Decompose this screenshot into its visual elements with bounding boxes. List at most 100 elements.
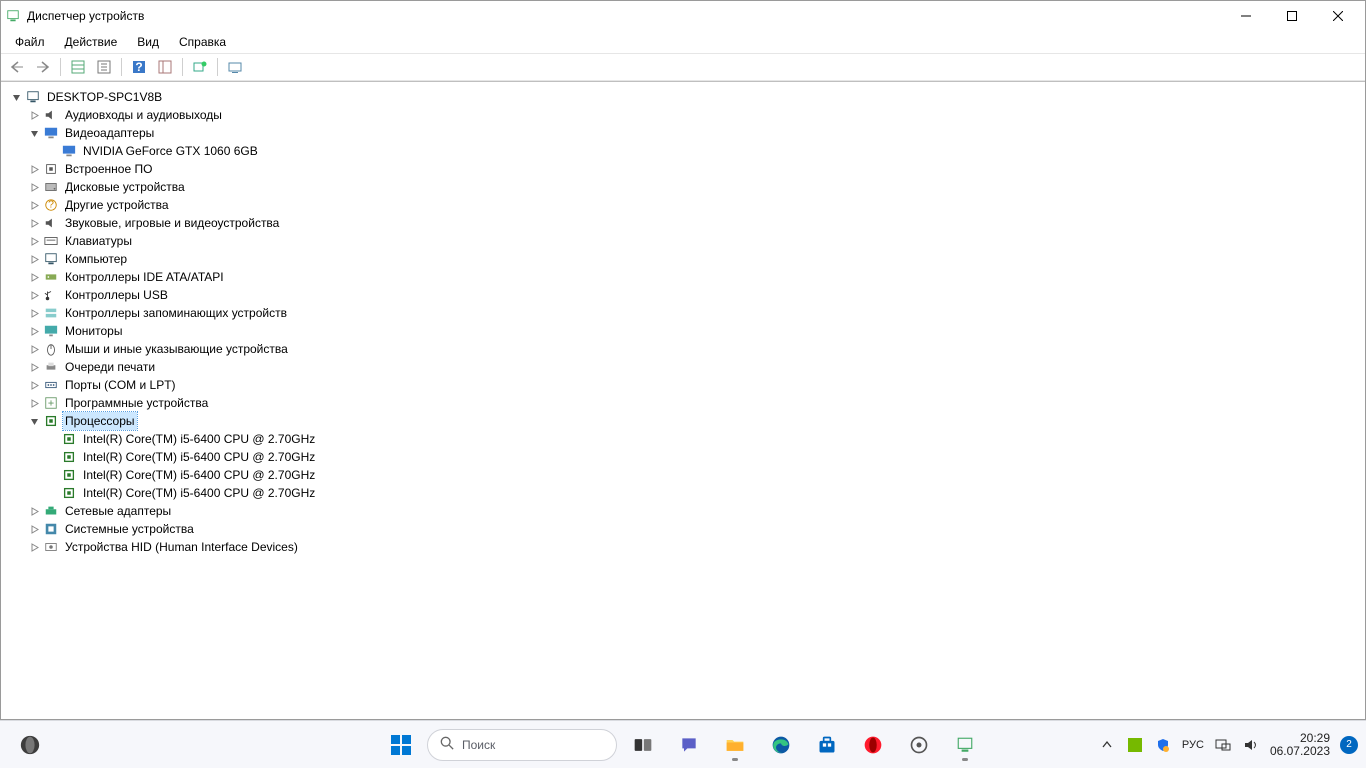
expand-toggle[interactable] [27, 360, 41, 374]
expand-toggle[interactable] [27, 522, 41, 536]
tree-node-label: Контроллеры запоминающих устройств [63, 304, 289, 322]
tree-node-label: Мыши и иные указывающие устройства [63, 340, 290, 358]
tree-category-node[interactable]: Клавиатуры [9, 232, 1357, 250]
expand-toggle[interactable] [27, 126, 41, 140]
network-icon [43, 503, 59, 519]
tree-device-node[interactable]: Intel(R) Core(TM) i5-6400 CPU @ 2.70GHz [9, 484, 1357, 502]
taskbar-device-manager[interactable] [945, 725, 985, 765]
tree-category-node[interactable]: Дисковые устройства [9, 178, 1357, 196]
tree-device-node[interactable]: NVIDIA GeForce GTX 1060 6GB [9, 142, 1357, 160]
taskbar-store[interactable] [807, 725, 847, 765]
tree-root-node[interactable]: DESKTOP-SPC1V8B [9, 88, 1357, 106]
taskbar-settings[interactable] [899, 725, 939, 765]
taskbar-opera[interactable] [853, 725, 893, 765]
menu-view[interactable]: Вид [129, 33, 167, 51]
expand-toggle[interactable] [27, 288, 41, 302]
computer-icon [25, 89, 41, 105]
tree-device-node[interactable]: Intel(R) Core(TM) i5-6400 CPU @ 2.70GHz [9, 466, 1357, 484]
cpu-icon [61, 467, 77, 483]
taskbar-center: Поиск [381, 725, 985, 765]
tray-language[interactable]: РУС [1182, 739, 1204, 751]
toolbar-scan-button[interactable] [188, 56, 212, 78]
expand-toggle[interactable] [27, 270, 41, 284]
toolbar-details-button[interactable] [153, 56, 177, 78]
expand-toggle[interactable] [27, 540, 41, 554]
tree-category-node[interactable]: Системные устройства [9, 520, 1357, 538]
expand-toggle[interactable] [27, 198, 41, 212]
search-placeholder: Поиск [462, 738, 495, 752]
menu-help[interactable]: Справка [171, 33, 234, 51]
menu-action[interactable]: Действие [57, 33, 126, 51]
audio-icon [43, 107, 59, 123]
tree-device-node[interactable]: Intel(R) Core(TM) i5-6400 CPU @ 2.70GHz [9, 448, 1357, 466]
nav-back-button[interactable] [5, 56, 29, 78]
close-button[interactable] [1315, 1, 1361, 31]
tree-category-node[interactable]: Очереди печати [9, 358, 1357, 376]
expand-toggle[interactable] [9, 90, 23, 104]
tree-category-node[interactable]: Контроллеры IDE ATA/ATAPI [9, 268, 1357, 286]
tray-clock[interactable]: 20:29 06.07.2023 [1270, 732, 1330, 758]
expand-toggle[interactable] [27, 324, 41, 338]
taskbar-explorer[interactable] [715, 725, 755, 765]
tree-category-node[interactable]: Контроллеры USB [9, 286, 1357, 304]
system-icon [43, 521, 59, 537]
expand-toggle[interactable] [27, 396, 41, 410]
toolbar-add-hardware-button[interactable] [223, 56, 247, 78]
minimize-button[interactable] [1223, 1, 1269, 31]
taskbar-task-view[interactable] [623, 725, 663, 765]
tray-notifications-badge[interactable]: 2 [1340, 736, 1358, 754]
toolbar-sep [121, 58, 122, 76]
toolbar-help-button[interactable]: ? [127, 56, 151, 78]
tree-category-node[interactable]: Аудиовходы и аудиовыходы [9, 106, 1357, 124]
display-icon [43, 125, 59, 141]
tree-category-node[interactable]: Компьютер [9, 250, 1357, 268]
expand-toggle[interactable] [27, 306, 41, 320]
mouse-icon [43, 341, 59, 357]
expand-toggle[interactable] [27, 234, 41, 248]
device-tree[interactable]: DESKTOP-SPC1V8BАудиовходы и аудиовыходыВ… [1, 81, 1365, 719]
taskbar-search[interactable]: Поиск [427, 729, 617, 761]
tray-chevron-icon[interactable] [1098, 736, 1116, 754]
tree-category-node[interactable]: Контроллеры запоминающих устройств [9, 304, 1357, 322]
tree-node-label: Intel(R) Core(TM) i5-6400 CPU @ 2.70GHz [81, 430, 317, 448]
tree-category-node[interactable]: Мониторы [9, 322, 1357, 340]
expand-toggle[interactable] [27, 252, 41, 266]
chip-icon [43, 161, 59, 177]
expand-toggle[interactable] [27, 378, 41, 392]
tree-category-node[interactable]: Устройства HID (Human Interface Devices) [9, 538, 1357, 556]
tree-category-node[interactable]: Сетевые адаптеры [9, 502, 1357, 520]
menu-file[interactable]: Файл [7, 33, 53, 51]
expand-toggle[interactable] [27, 180, 41, 194]
expand-toggle[interactable] [27, 504, 41, 518]
toolbar-properties-button[interactable] [92, 56, 116, 78]
expand-toggle[interactable] [27, 162, 41, 176]
tree-category-node[interactable]: Программные устройства [9, 394, 1357, 412]
tray-security-icon[interactable] [1154, 736, 1172, 754]
tree-category-node[interactable]: Мыши и иные указывающие устройства [9, 340, 1357, 358]
tray-volume-icon[interactable] [1242, 736, 1260, 754]
taskbar-chat[interactable] [669, 725, 709, 765]
expand-toggle[interactable] [27, 414, 41, 428]
tree-category-node[interactable]: Процессоры [9, 412, 1357, 430]
nav-forward-button[interactable] [31, 56, 55, 78]
toolbar-show-hide-button[interactable] [66, 56, 90, 78]
expand-toggle[interactable] [27, 216, 41, 230]
printer-icon [43, 359, 59, 375]
tree-category-node[interactable]: Встроенное ПО [9, 160, 1357, 178]
tree-device-node[interactable]: Intel(R) Core(TM) i5-6400 CPU @ 2.70GHz [9, 430, 1357, 448]
tree-category-node[interactable]: Порты (COM и LPT) [9, 376, 1357, 394]
tree-category-node[interactable]: Звуковые, игровые и видеоустройства [9, 214, 1357, 232]
tree-category-node[interactable]: Видеоадаптеры [9, 124, 1357, 142]
expand-toggle[interactable] [27, 108, 41, 122]
tree-node-label: Встроенное ПО [63, 160, 154, 178]
tray-network-icon[interactable] [1214, 736, 1232, 754]
taskbar-edge[interactable] [761, 725, 801, 765]
tree-node-label: Intel(R) Core(TM) i5-6400 CPU @ 2.70GHz [81, 466, 317, 484]
tree-category-node[interactable]: ?Другие устройства [9, 196, 1357, 214]
maximize-button[interactable] [1269, 1, 1315, 31]
expand-toggle[interactable] [27, 342, 41, 356]
tree-node-label: NVIDIA GeForce GTX 1060 6GB [81, 142, 260, 160]
taskbar-opera-gx[interactable] [10, 725, 50, 765]
tray-nvidia-icon[interactable] [1126, 736, 1144, 754]
start-button[interactable] [381, 725, 421, 765]
